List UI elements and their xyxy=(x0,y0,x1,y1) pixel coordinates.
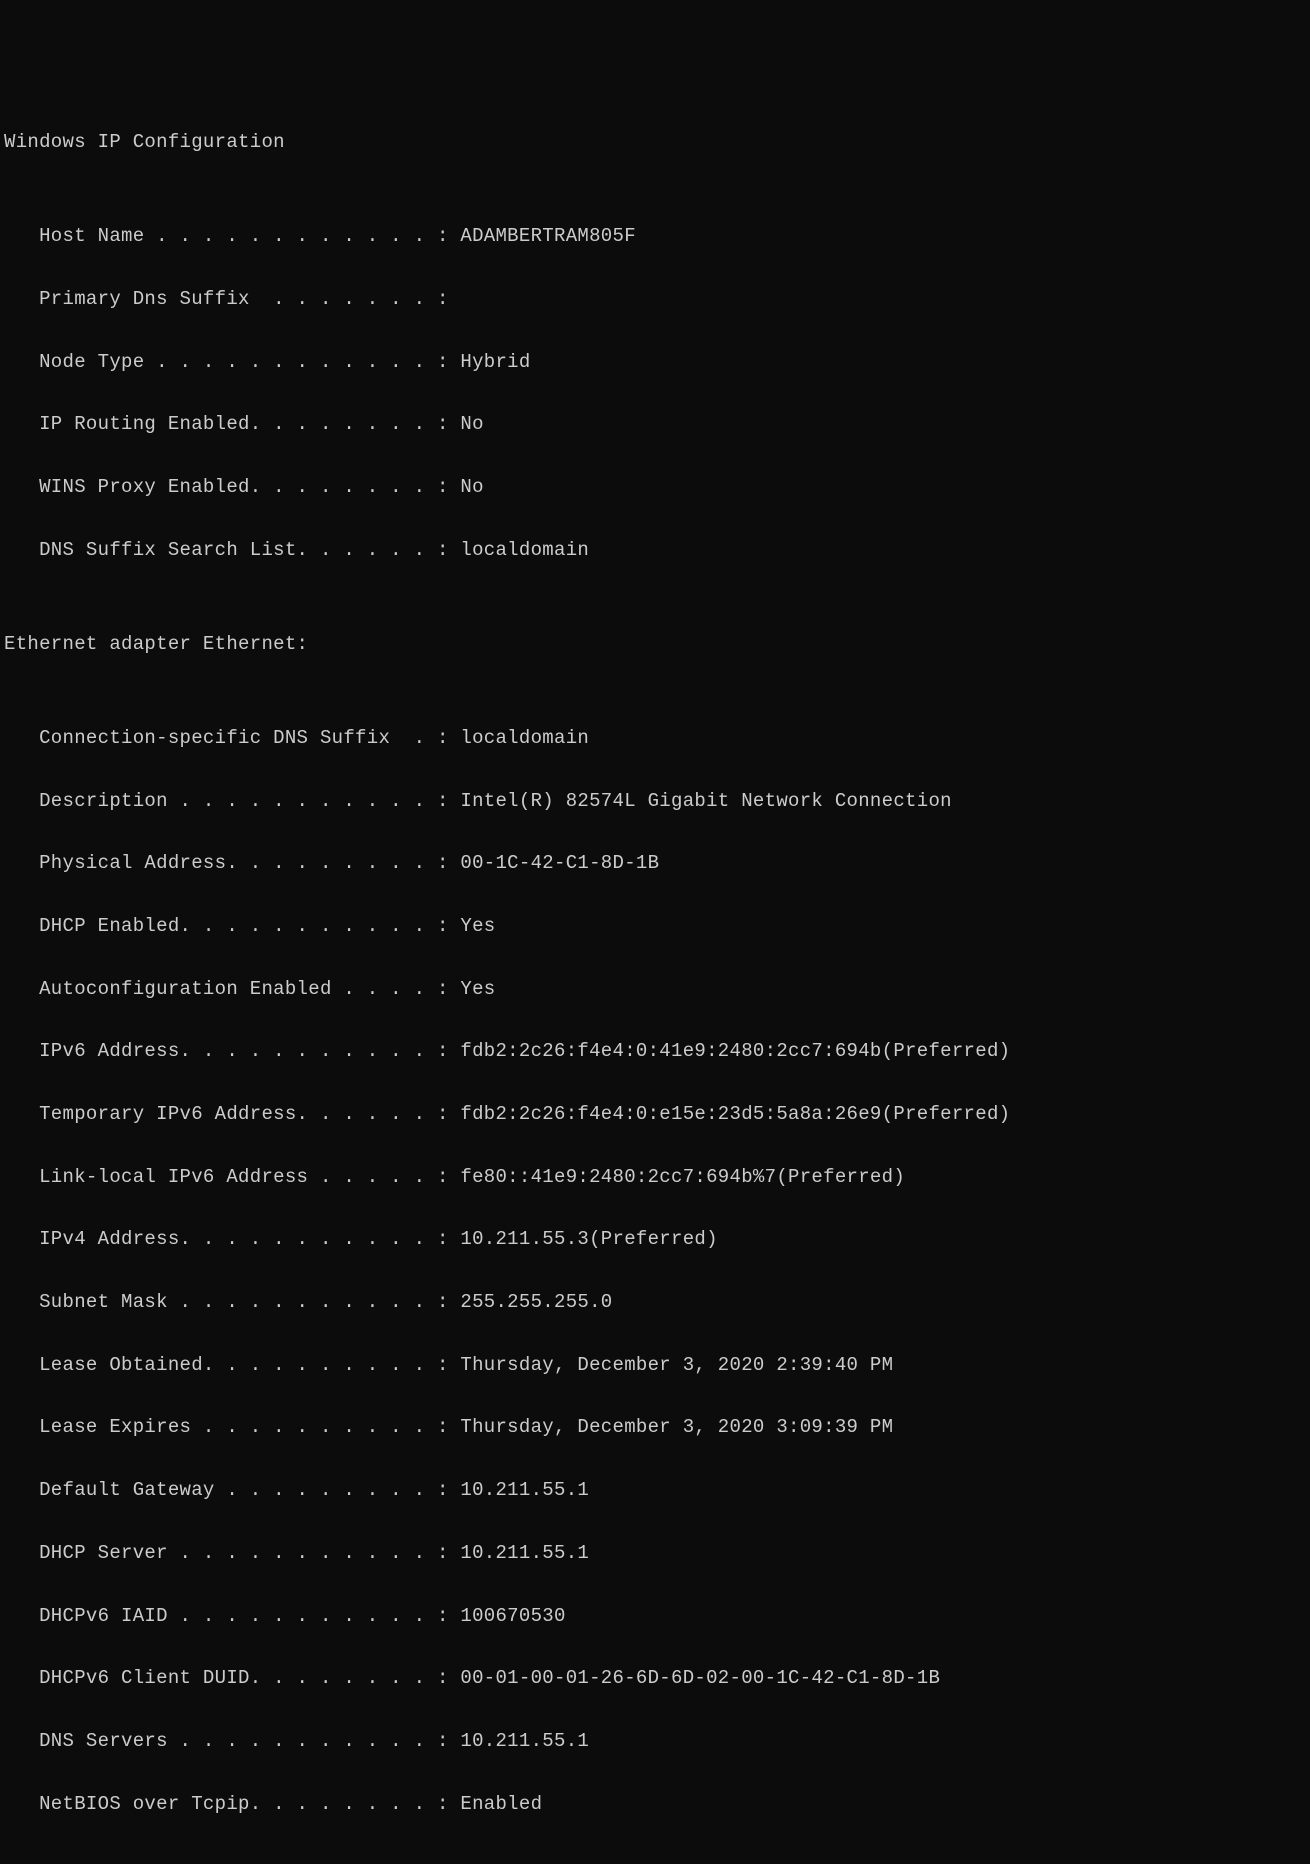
dns-servers-row: DNS Servers . . . . . . . . . . . : 10.2… xyxy=(4,1726,1306,1757)
dns-suffix-search-row: DNS Suffix Search List. . . . . . : loca… xyxy=(4,535,1306,566)
ipv6-address-row: IPv6 Address. . . . . . . . . . . : fdb2… xyxy=(4,1036,1306,1067)
wins-proxy-row: WINS Proxy Enabled. . . . . . . . : No xyxy=(4,472,1306,503)
node-type-row: Node Type . . . . . . . . . . . . : Hybr… xyxy=(4,347,1306,378)
description-row: Description . . . . . . . . . . . : Inte… xyxy=(4,786,1306,817)
dhcp-enabled-row: DHCP Enabled. . . . . . . . . . . : Yes xyxy=(4,911,1306,942)
autoconfig-row: Autoconfiguration Enabled . . . . : Yes xyxy=(4,974,1306,1005)
dhcp-server-row: DHCP Server . . . . . . . . . . . : 10.2… xyxy=(4,1538,1306,1569)
temp-ipv6-row: Temporary IPv6 Address. . . . . . : fdb2… xyxy=(4,1099,1306,1130)
dhcpv6-iaid-row: DHCPv6 IAID . . . . . . . . . . . : 1006… xyxy=(4,1601,1306,1632)
default-gateway-row: Default Gateway . . . . . . . . . : 10.2… xyxy=(4,1475,1306,1506)
primary-dns-suffix-row: Primary Dns Suffix . . . . . . . : xyxy=(4,284,1306,315)
lease-expires-row: Lease Expires . . . . . . . . . . : Thur… xyxy=(4,1412,1306,1443)
ip-routing-row: IP Routing Enabled. . . . . . . . : No xyxy=(4,409,1306,440)
link-local-ipv6-row: Link-local IPv6 Address . . . . . : fe80… xyxy=(4,1162,1306,1193)
conn-dns-suffix-row: Connection-specific DNS Suffix . : local… xyxy=(4,723,1306,754)
physical-address-row: Physical Address. . . . . . . . . : 00-1… xyxy=(4,848,1306,879)
dhcpv6-client-duid-row: DHCPv6 Client DUID. . . . . . . . : 00-0… xyxy=(4,1663,1306,1694)
ipv4-address-row: IPv4 Address. . . . . . . . . . . : 10.2… xyxy=(4,1224,1306,1255)
netbios-row: NetBIOS over Tcpip. . . . . . . . : Enab… xyxy=(4,1789,1306,1820)
subnet-mask-row: Subnet Mask . . . . . . . . . . . : 255.… xyxy=(4,1287,1306,1318)
host-name-row: Host Name . . . . . . . . . . . . : ADAM… xyxy=(4,221,1306,252)
lease-obtained-row: Lease Obtained. . . . . . . . . . : Thur… xyxy=(4,1350,1306,1381)
ipconfig-header: Windows IP Configuration xyxy=(4,127,1306,158)
adapter-header: Ethernet adapter Ethernet: xyxy=(4,629,1306,660)
